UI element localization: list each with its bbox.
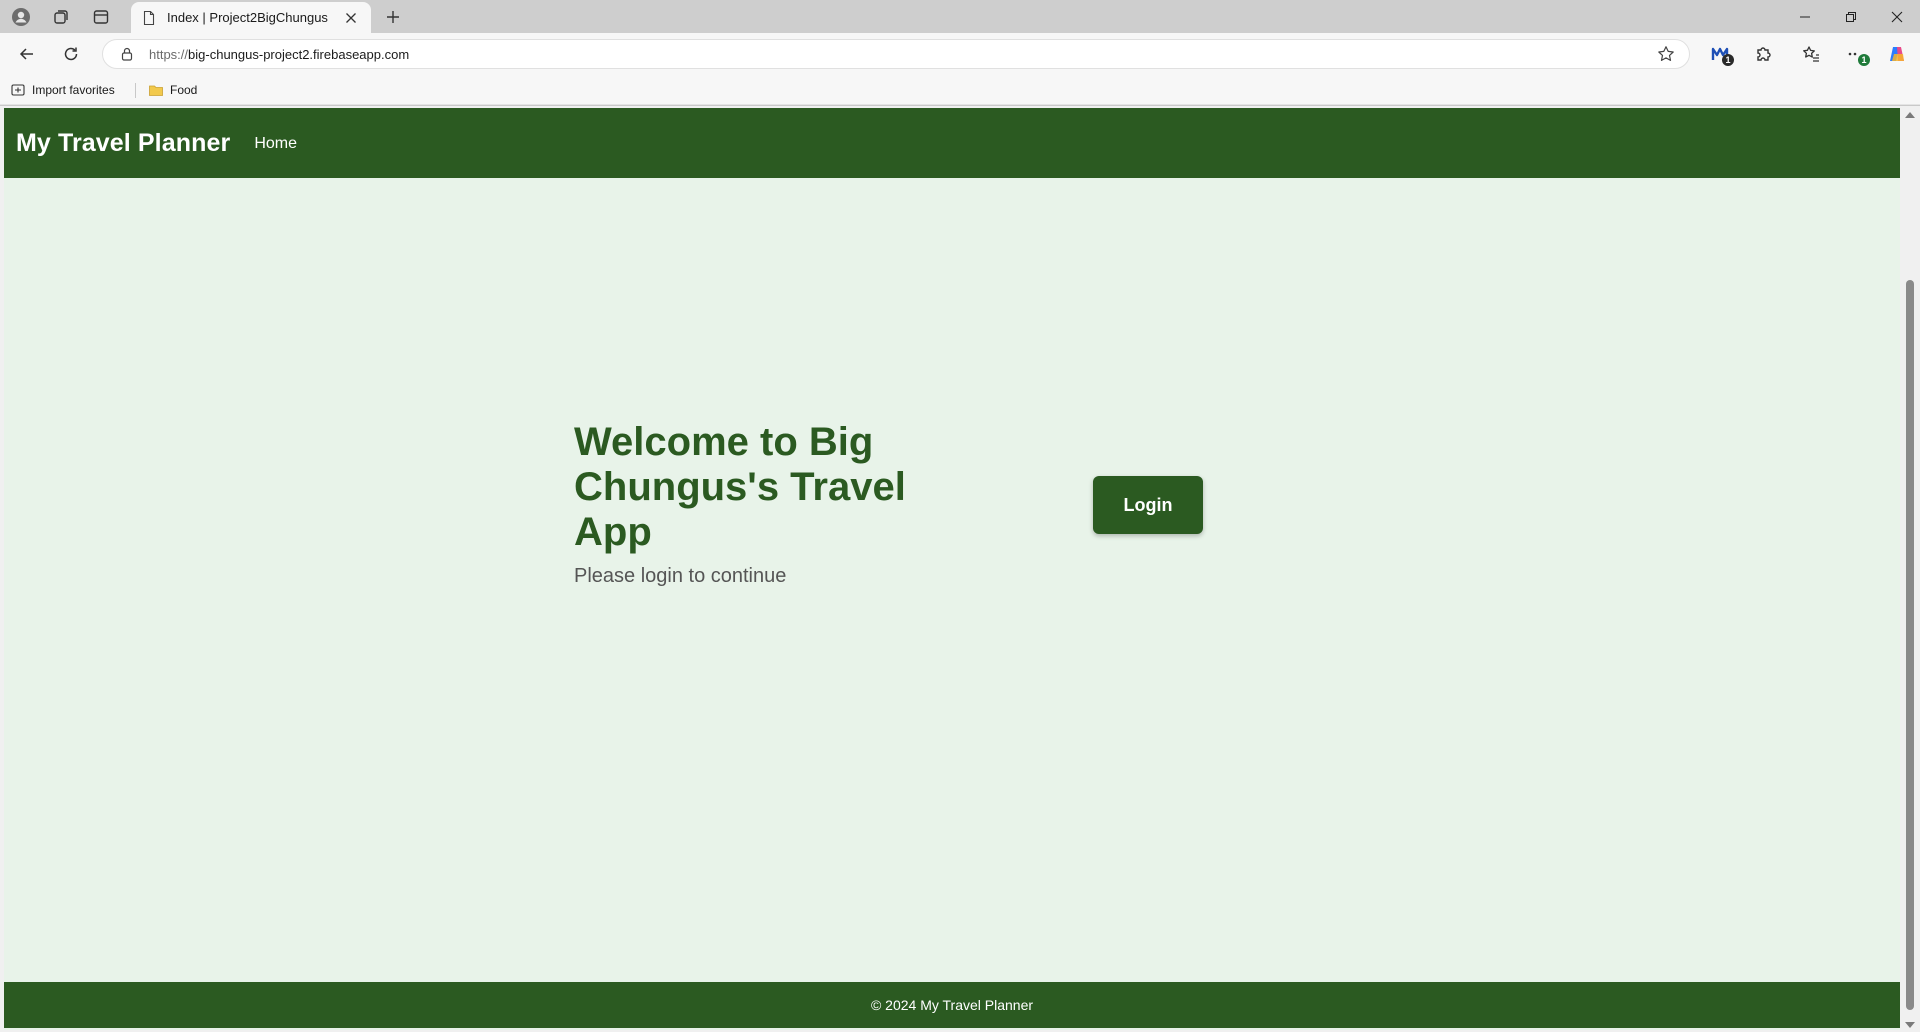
bookmark-label: Food [170,83,198,97]
close-icon [1891,11,1903,22]
back-button[interactable] [9,38,45,70]
lock-icon[interactable] [119,46,135,62]
profile-button[interactable] [4,3,38,31]
browser-toolbar: https://big-chungus-project2.firebaseapp… [0,33,1920,75]
copilot-button[interactable] [1879,38,1915,70]
menu-badge: 1 [1858,54,1870,66]
tab-close-button[interactable] [341,8,361,28]
restore-button[interactable] [1828,0,1874,33]
page-icon [143,10,155,25]
import-favorites-icon [11,84,25,96]
welcome-section: Welcome to Big Chungus's Travel App Plea… [574,420,934,588]
restore-icon [1846,11,1856,22]
favorites-list-icon [1803,46,1819,62]
bookmark-food-folder[interactable]: Food [148,80,197,100]
url-protocol: https:// [149,46,189,62]
folder-icon [149,85,163,96]
close-window-button[interactable] [1874,0,1920,33]
login-button[interactable]: Login [1093,476,1203,534]
site-brand[interactable]: My Travel Planner [16,129,230,158]
settings-more-button[interactable]: 1 [1838,38,1874,70]
back-arrow-icon [19,48,33,60]
workspaces-icon [54,10,68,24]
bookmark-separator [135,83,136,98]
copilot-icon [1890,47,1904,61]
favorite-star-icon[interactable] [1657,45,1675,63]
scrollbar-thumb[interactable] [1906,280,1914,1010]
bookmark-label: Import favorites [32,83,115,97]
tab-title: Index | Project2BigChungus [167,10,328,25]
url-text[interactable]: https://big-chungus-project2.firebaseapp… [149,47,1657,62]
vertical-scrollbar[interactable] [1900,106,1920,1032]
bookmark-import-favorites[interactable]: Import favorites [10,80,115,100]
scroll-down-arrow-icon[interactable] [1905,1022,1915,1028]
web-page: My Travel Planner Home Welcome to Big Ch… [4,108,1900,1030]
page-viewport: My Travel Planner Home Welcome to Big Ch… [0,106,1920,1032]
close-icon [346,12,356,23]
window-controls [1782,0,1920,33]
bookmarks-bar: Import favorites Food [0,75,1920,105]
tab-actions-icon [93,10,109,24]
page-subtitle: Please login to continue [574,565,787,587]
extensions-button[interactable] [1745,38,1781,70]
minimize-button[interactable] [1782,0,1828,33]
address-bar[interactable]: https://big-chungus-project2.firebaseapp… [102,39,1690,69]
plus-icon [387,11,399,23]
tab-active[interactable]: Index | Project2BigChungus [131,2,371,33]
site-navbar: My Travel Planner Home [4,108,1900,178]
site-footer: © 2024 My Travel Planner [4,982,1900,1028]
new-tab-button[interactable] [378,3,408,31]
favorites-button[interactable] [1793,38,1829,70]
url-host: big-chungus-project2.firebaseapp.com [188,46,410,62]
profile-icon [12,8,30,26]
vertical-tabs-button[interactable] [84,3,118,31]
minimize-icon [1800,16,1810,17]
refresh-icon [64,47,78,61]
puzzle-icon [1757,47,1771,61]
workspaces-button[interactable] [44,3,78,31]
tab-strip: Index | Project2BigChungus [0,0,1920,33]
scroll-up-arrow-icon[interactable] [1905,112,1915,118]
refresh-button[interactable] [53,38,89,70]
page-title: Welcome to Big Chungus's Travel App [574,420,906,554]
extension-badge: 1 [1722,54,1734,66]
extension-m-button[interactable]: 1 [1702,38,1738,70]
nav-link-home[interactable]: Home [254,135,297,153]
